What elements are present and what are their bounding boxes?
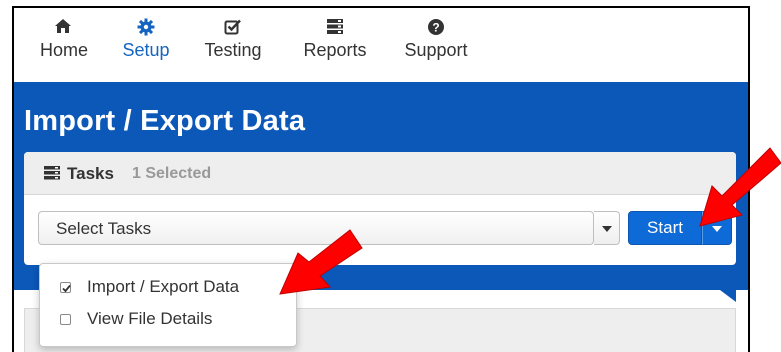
annotation-arrows xyxy=(279,147,781,295)
arrow-to-menu-item-icon xyxy=(279,229,363,295)
arrow-to-start-icon xyxy=(699,147,781,227)
